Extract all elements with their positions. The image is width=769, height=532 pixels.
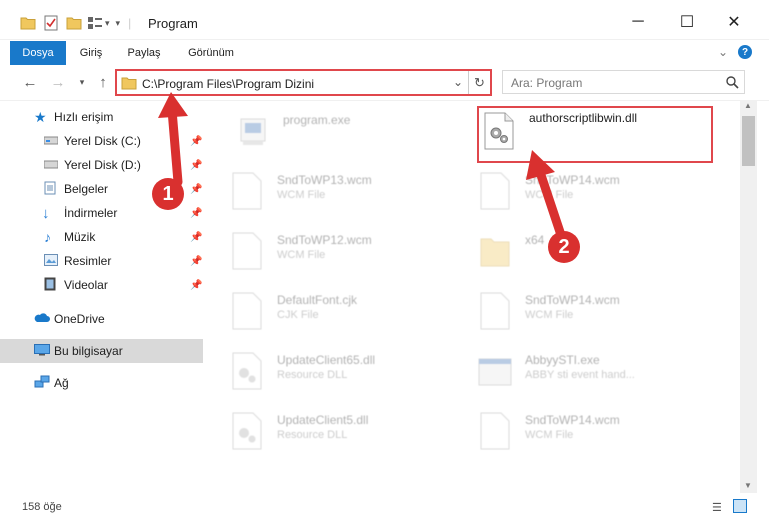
step-marker-1: 1 [152,178,184,210]
item-count: 158 öğe [22,501,62,513]
status-bar: 158 öğe ☰ [0,493,769,532]
annotation-arrows [158,92,565,237]
arrow-1 [158,92,188,187]
step-marker-2: 2 [548,231,580,263]
arrow-2 [526,150,565,237]
details-view-icon[interactable]: ☰ [712,501,722,514]
large-icons-view-icon[interactable] [733,499,747,513]
